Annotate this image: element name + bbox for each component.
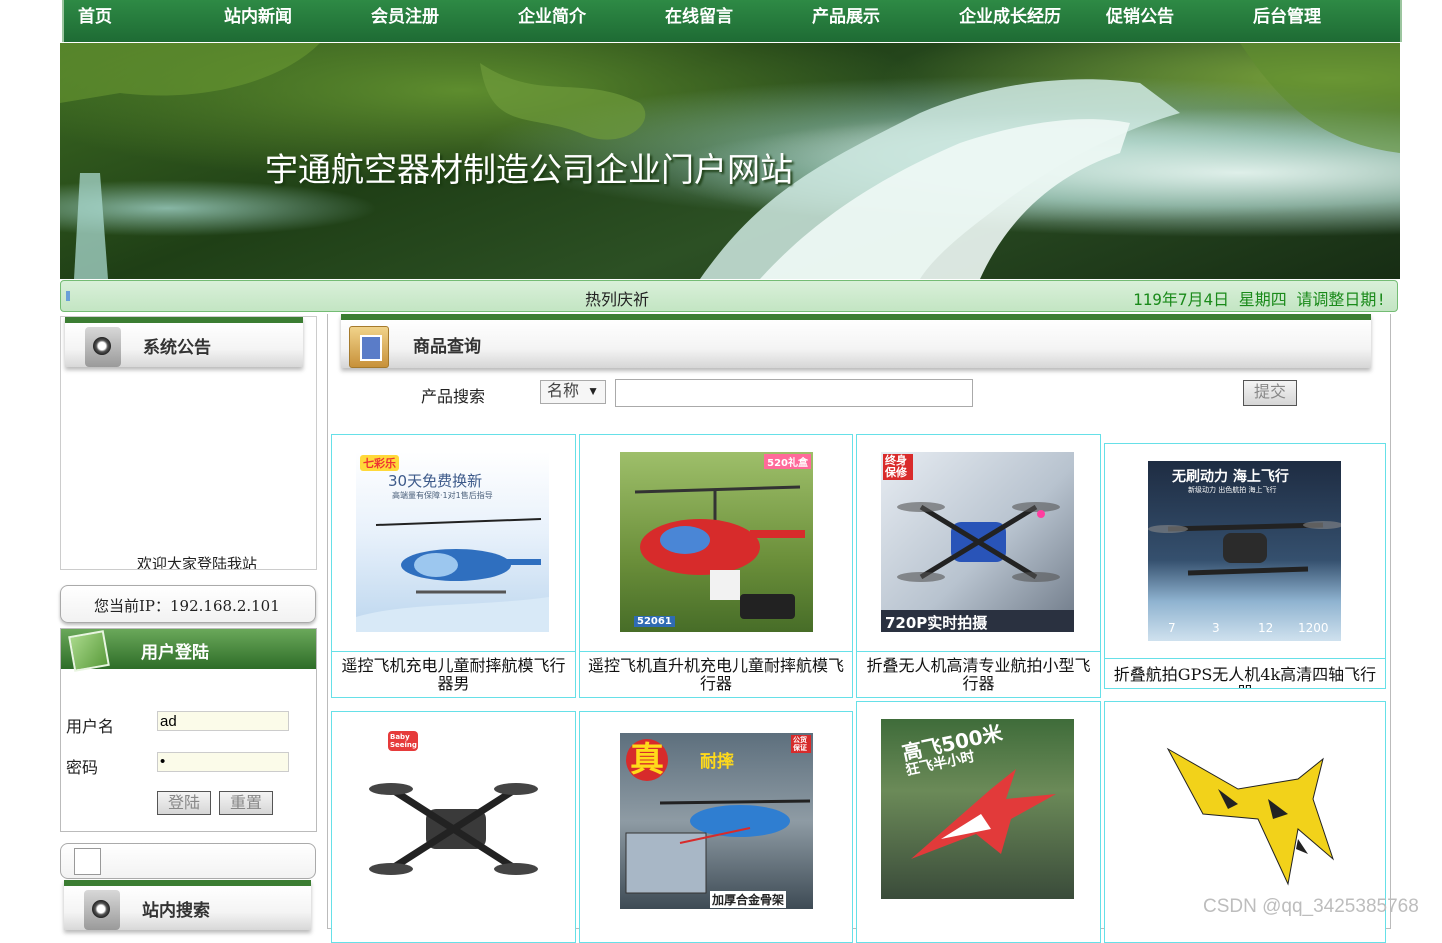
product-card[interactable]: 高飞500米 狂飞半小时 xyxy=(856,701,1101,943)
jet-icon xyxy=(1166,747,1335,886)
helicopter-icon xyxy=(634,485,805,619)
product-search-label: 产品搜索 xyxy=(421,387,486,406)
helicopter-icon xyxy=(625,799,811,894)
site-search-title: 站内搜索 xyxy=(142,901,210,921)
notice-title: 系统公告 xyxy=(143,338,211,358)
site-search-icon xyxy=(84,890,120,930)
blank-panel xyxy=(60,843,316,879)
nav-about[interactable]: 企业简介 xyxy=(518,2,586,27)
chevron-down-icon: ▼ xyxy=(587,384,599,398)
product-image[interactable]: 真 耐摔 公货保证 加厚合金骨架 xyxy=(620,733,813,909)
product-image[interactable]: Baby Seeing xyxy=(356,729,549,909)
card-divider xyxy=(857,651,1100,652)
product-card[interactable]: 无刷动力 海上飞行 新级动力 出色航拍 海上飞行 7 3 12 1200 折叠航… xyxy=(1104,443,1386,689)
top-nav: 首页 站内新闻 会员注册 企业简介 在线留言 产品展示 企业成长经历 促销公告 … xyxy=(62,0,1402,42)
notice-scroll-text: 欢迎大家登陆我站 xyxy=(137,555,258,570)
product-card[interactable]: 520礼盒 52061 遥控飞机直升机充电儿童耐摔航模飞行器 xyxy=(579,434,853,698)
promo-text: 720P实时拍摄 xyxy=(885,614,988,632)
photo-icon xyxy=(68,630,110,672)
nav-admin[interactable]: 后台管理 xyxy=(1253,2,1321,27)
nav-guestbook[interactable]: 在线留言 xyxy=(665,2,733,27)
product-panel-title: 商品查询 xyxy=(413,337,481,357)
nav-history[interactable]: 企业成长经历 xyxy=(959,2,1061,27)
helicopter-icon xyxy=(356,518,549,632)
reset-button[interactable]: 重置 xyxy=(219,791,273,815)
search-field-select[interactable]: 名称 ▼ xyxy=(540,380,606,404)
drone-icon xyxy=(1148,521,1341,576)
promo-text: 30天免费换新 xyxy=(388,472,483,490)
product-image[interactable]: 无刷动力 海上飞行 新级动力 出色航拍 海上飞行 7 3 12 1200 xyxy=(1148,461,1341,641)
card-divider xyxy=(580,651,852,652)
search-field-value: 名称 xyxy=(547,383,580,400)
product-card[interactable]: 真 耐摔 公货保证 加厚合金骨架 xyxy=(579,711,853,943)
drone-icon xyxy=(369,783,538,875)
password-input[interactable]: • xyxy=(157,752,289,772)
ip-text: 您当前IP：192.168.2.101 xyxy=(94,597,280,615)
product-name[interactable]: 折叠航拍GPS无人机4k高清四轴飞行器 xyxy=(1105,666,1385,689)
notice-header: 系统公告 xyxy=(65,317,303,367)
stat-value: 12 xyxy=(1258,621,1274,635)
nav-news[interactable]: 站内新闻 xyxy=(224,2,292,27)
site-search-header: 站内搜索 xyxy=(64,880,311,930)
login-title: 用户登陆 xyxy=(141,643,209,663)
login-header: 用户登陆 xyxy=(61,629,316,672)
site-title: 宇通航空器材制造公司企业门户网站 xyxy=(265,150,793,189)
drone-icon xyxy=(881,502,1074,632)
stat-value: 3 xyxy=(1212,621,1220,635)
username-input[interactable] xyxy=(157,711,289,731)
header-banner: 宇通航空器材制造公司企业门户网站 xyxy=(60,43,1400,279)
submit-button[interactable]: 提交 xyxy=(1243,380,1297,406)
login-panel: 用户登陆 用户名 密码 • 登陆 重置 xyxy=(60,628,317,832)
product-name[interactable]: 遥控飞机直升机充电儿童耐摔航模飞行器 xyxy=(580,657,852,693)
password-label: 密码 xyxy=(66,758,99,777)
notice-icon xyxy=(85,327,121,367)
marquee-handle xyxy=(66,291,70,301)
date-text: 119年7月4日 星期四 请调整日期! xyxy=(1133,290,1387,309)
product-name[interactable]: 折叠无人机高清专业航拍小型飞行器 xyxy=(857,657,1100,693)
ip-panel: 您当前IP：192.168.2.101 xyxy=(60,585,316,623)
product-card[interactable]: Baby Seeing xyxy=(331,711,576,943)
stat-value: 1200 xyxy=(1298,621,1329,635)
username-label: 用户名 xyxy=(66,717,115,736)
marquee-text: 热列庆祈 xyxy=(585,290,650,309)
product-image[interactable]: 七彩乐 30天免费换新 高端量有保障·1对1售后指导 xyxy=(356,452,549,632)
product-image[interactable]: 终身保修 720P实时拍摄 xyxy=(881,452,1074,632)
product-panel-header: 商品查询 xyxy=(341,314,1371,368)
marquee-bar: 热列庆祈 119年7月4日 星期四 请调整日期! xyxy=(60,280,1398,312)
notice-panel: 系统公告 欢迎大家登陆我站 xyxy=(60,316,317,570)
stat-value: 7 xyxy=(1168,621,1176,635)
nav-home[interactable]: 首页 xyxy=(78,2,112,27)
nav-register[interactable]: 会员注册 xyxy=(371,2,439,27)
product-name[interactable]: 遥控飞机充电儿童耐摔航模飞行器男 xyxy=(332,657,575,693)
product-image[interactable]: 高飞500米 狂飞半小时 xyxy=(881,719,1074,899)
product-search-input[interactable] xyxy=(615,379,973,407)
jet-icon xyxy=(911,769,1056,859)
card-divider xyxy=(1105,658,1385,659)
promo-subtext: 高端量有保障·1对1售后指导 xyxy=(392,491,493,500)
login-button[interactable]: 登陆 xyxy=(157,791,211,815)
product-image[interactable] xyxy=(1148,719,1341,899)
promo-subtext: 加厚合金骨架 xyxy=(710,891,787,908)
brand-badge: 七彩乐 xyxy=(360,455,399,471)
product-card[interactable]: 七彩乐 30天免费换新 高端量有保障·1对1售后指导 遥控飞机充电儿童耐摔航模飞… xyxy=(331,434,576,698)
card-divider xyxy=(332,651,575,652)
watermark: CSDN @qq_3425385768 xyxy=(1203,896,1419,917)
folder-icon xyxy=(349,326,389,368)
nav-products[interactable]: 产品展示 xyxy=(812,2,880,27)
nav-promotions[interactable]: 促销公告 xyxy=(1106,2,1174,27)
product-image[interactable]: 520礼盒 52061 xyxy=(620,452,813,632)
product-card[interactable]: 终身保修 720P实时拍摄 折叠无人机高清专业航拍小型飞行器 xyxy=(856,434,1101,698)
blank-checkbox[interactable] xyxy=(74,848,101,875)
